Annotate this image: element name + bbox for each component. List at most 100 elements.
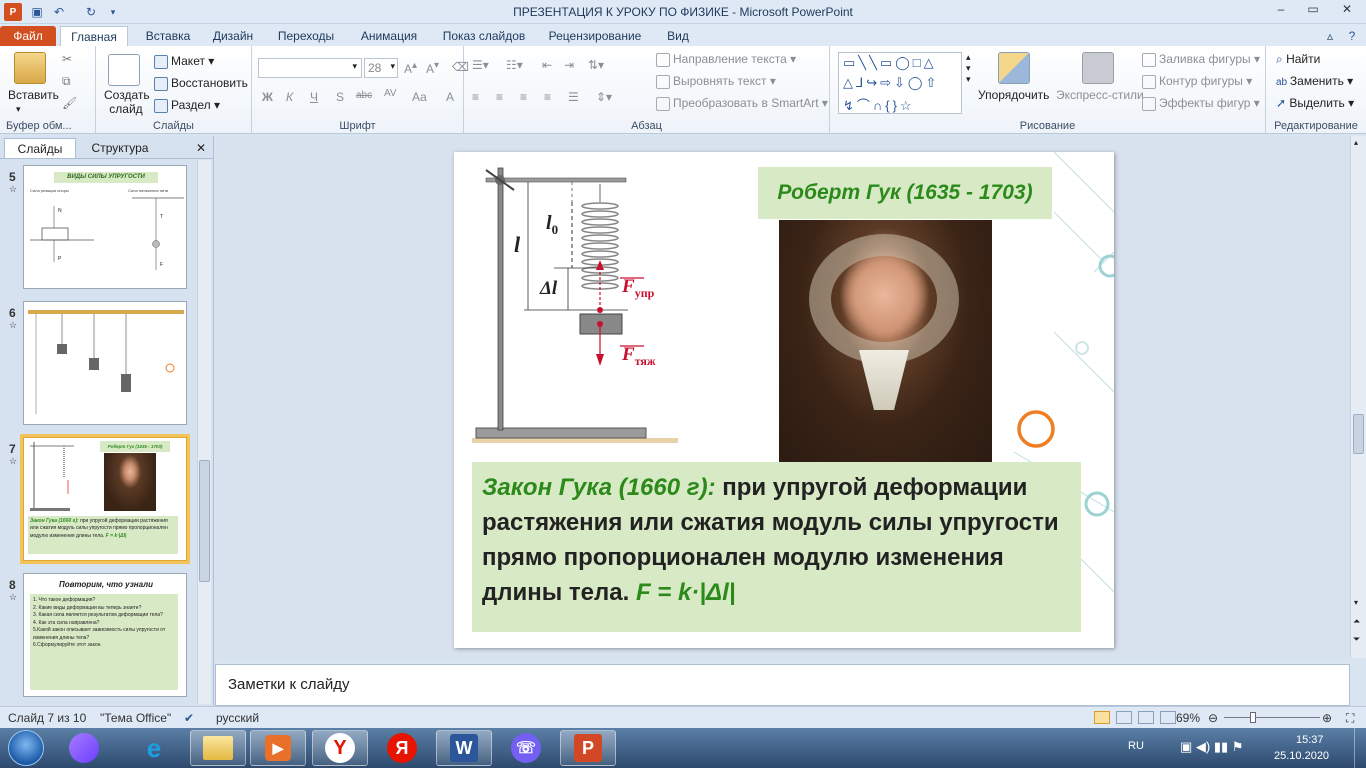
notes-pane[interactable]: Заметки к слайду [215, 664, 1350, 706]
align-text-button[interactable]: Выровнять текст ▾ [656, 74, 776, 89]
tab-outline[interactable]: Структура [80, 138, 160, 158]
taskbar-yandex-browser-icon[interactable]: Y [312, 730, 368, 766]
panel-scrollbar[interactable] [197, 160, 211, 704]
font-name-field[interactable]: ▾ [258, 58, 362, 78]
columns-icon[interactable]: ⇅▾ [588, 58, 604, 72]
font-color-button[interactable]: A [446, 90, 454, 104]
taskbar-yandex-icon[interactable]: Я [374, 730, 430, 766]
show-desktop-button[interactable] [1354, 728, 1366, 768]
bold-button[interactable]: Ж [262, 90, 273, 104]
zoom-out-icon[interactable]: ⊖ [1208, 711, 1218, 725]
panel-scroll-thumb[interactable] [199, 460, 210, 582]
shapes-gallery[interactable]: ▭╲╲▭◯□△ △⅃↪⇨⇩◯⇧ ↯⌒∩{}☆ [838, 52, 962, 114]
slide-sorter-icon[interactable] [1116, 711, 1132, 724]
next-slide-icon[interactable]: ⏷ [1353, 634, 1360, 645]
layout-button[interactable]: Макет ▾ [154, 54, 214, 69]
reading-view-icon[interactable] [1138, 711, 1154, 724]
align-right-icon[interactable]: ≡ [520, 90, 527, 104]
scroll-down-icon[interactable]: ▾ [1354, 598, 1358, 607]
font-size-field[interactable]: 28 ▾ [364, 58, 398, 78]
close-button[interactable]: ✕ [1334, 2, 1360, 20]
cut-icon[interactable]: ✂ [62, 52, 72, 66]
tab-view[interactable]: Вид [658, 26, 698, 48]
start-button[interactable] [8, 730, 44, 766]
quick-styles-button[interactable]: Экспресс-стили [1056, 88, 1144, 102]
slide-canvas[interactable]: l l0 Δl Fупр Fтяж Роберт Гук (1635 - 170… [454, 152, 1114, 648]
italic-button[interactable]: К [286, 90, 293, 104]
slide-thumbnail-7[interactable]: Роберт Гук (1635 - 1703) Закон Гука (166… [20, 434, 190, 564]
reset-button[interactable]: Восстановить [154, 76, 248, 91]
numbering-icon[interactable]: ☷▾ [506, 58, 523, 72]
align-center-icon[interactable]: ≡ [496, 90, 503, 104]
theme-name[interactable]: "Тема Office" [100, 711, 171, 725]
shadow-button[interactable]: S [336, 90, 344, 104]
bullets-icon[interactable]: ☰▾ [472, 58, 489, 72]
align-left-icon[interactable]: ≡ [472, 90, 479, 104]
taskbar-explorer-icon[interactable] [190, 730, 246, 766]
zoom-slider[interactable] [1224, 717, 1320, 718]
tab-insert[interactable]: Вставка [134, 26, 202, 48]
select-button[interactable]: ➚ Выделить ▾ [1276, 96, 1354, 110]
shrink-font-button[interactable]: A▾ [426, 60, 439, 76]
tab-animation[interactable]: Анимация [350, 26, 428, 48]
copy-icon[interactable]: ⧉ [62, 74, 71, 89]
spellcheck-icon[interactable]: ✔ [184, 711, 194, 725]
tab-slides[interactable]: Слайды [4, 138, 76, 158]
scroll-thumb[interactable] [1353, 414, 1364, 454]
slide-thumbnail-5[interactable]: ВИДЫ СИЛЫ УПРУГОСТИ Сила реакции опоры С… [23, 165, 187, 289]
prev-slide-icon[interactable]: ⏶ [1353, 616, 1360, 627]
zoom-in-icon[interactable]: ⊕ [1322, 711, 1332, 725]
tab-design[interactable]: Дизайн [204, 26, 262, 48]
tab-file[interactable]: Файл [0, 26, 56, 48]
strikethrough-button[interactable]: abc [356, 90, 372, 101]
justify-icon[interactable]: ≡ [544, 90, 551, 104]
tab-review[interactable]: Рецензирование [540, 26, 650, 48]
replace-button[interactable]: ab Заменить ▾ [1276, 74, 1353, 88]
grow-font-button[interactable]: A▴ [404, 60, 417, 76]
input-language[interactable]: RU [1128, 740, 1144, 752]
increase-indent-icon[interactable]: ⇥ [564, 58, 574, 72]
taskbar-word-icon[interactable]: W [436, 730, 492, 766]
taskbar-media-icon[interactable]: ▶ [250, 730, 306, 766]
robert-hooke-portrait[interactable] [779, 220, 992, 464]
taskbar-powerpoint-icon[interactable]: P [560, 730, 616, 766]
taskbar-alice-icon[interactable] [56, 730, 112, 766]
new-slide-button[interactable]: Создать слайд [104, 88, 150, 116]
minimize-button[interactable]: – [1268, 2, 1294, 20]
format-painter-icon[interactable]: 🖌 [62, 96, 77, 110]
clock-time[interactable]: 15:37 [1296, 734, 1324, 746]
text-direction-button[interactable]: Направление текста ▾ [656, 52, 796, 67]
tray-icons[interactable]: ▣ ◀) ▮▮ ⚑ [1180, 739, 1243, 755]
slide-scrollbar[interactable]: ▴ ▾ ⏶ ⏷ [1350, 136, 1366, 658]
paste-button[interactable]: Вставить [8, 88, 59, 102]
shape-effects-button[interactable]: Эффекты фигур ▾ [1142, 96, 1260, 111]
tab-transitions[interactable]: Переходы [268, 26, 344, 48]
language-indicator[interactable]: русский [216, 711, 259, 725]
slide-thumbnail-8[interactable]: Повторим, что узнали 1. Что такое деформ… [23, 573, 187, 697]
line-spacing-icon[interactable]: ⇕▾ [596, 90, 612, 104]
smartart-button[interactable]: Преобразовать в SmartArt ▾ [656, 96, 828, 111]
underline-button[interactable]: Ч [310, 90, 318, 104]
close-panel-icon[interactable]: ✕ [192, 138, 210, 158]
arrange-button[interactable]: Упорядочить [978, 88, 1049, 102]
gallery-scroll-icon[interactable]: ▴ ▾ ▾ [966, 52, 971, 85]
clock-date[interactable]: 25.10.2020 [1274, 750, 1329, 762]
normal-view-icon[interactable] [1094, 711, 1110, 724]
find-button[interactable]: ⌕ Найти [1276, 52, 1320, 67]
slide-title[interactable]: Роберт Гук (1635 - 1703) [758, 167, 1052, 219]
slideshow-icon[interactable] [1160, 711, 1176, 724]
taskbar-viber-icon[interactable]: ☏ [498, 730, 554, 766]
zoom-slider-thumb[interactable] [1250, 712, 1256, 723]
scroll-up-icon[interactable]: ▴ [1354, 138, 1358, 147]
taskbar-ie-icon[interactable]: e [126, 730, 182, 766]
maximize-button[interactable]: ▭ [1300, 2, 1326, 20]
tab-slideshow[interactable]: Показ слайдов [436, 26, 532, 48]
change-case-button[interactable]: Aa [412, 90, 427, 104]
shape-outline-button[interactable]: Контур фигуры ▾ [1142, 74, 1252, 89]
minimize-ribbon-icon[interactable]: ▵ [1320, 26, 1340, 48]
shape-fill-button[interactable]: Заливка фигуры ▾ [1142, 52, 1260, 67]
fit-slide-icon[interactable]: ⛶ [1346, 711, 1354, 726]
distributed-icon[interactable]: ☰ [568, 90, 579, 104]
zoom-level[interactable]: 69% [1176, 711, 1200, 725]
char-spacing-button[interactable]: AV [384, 88, 397, 99]
